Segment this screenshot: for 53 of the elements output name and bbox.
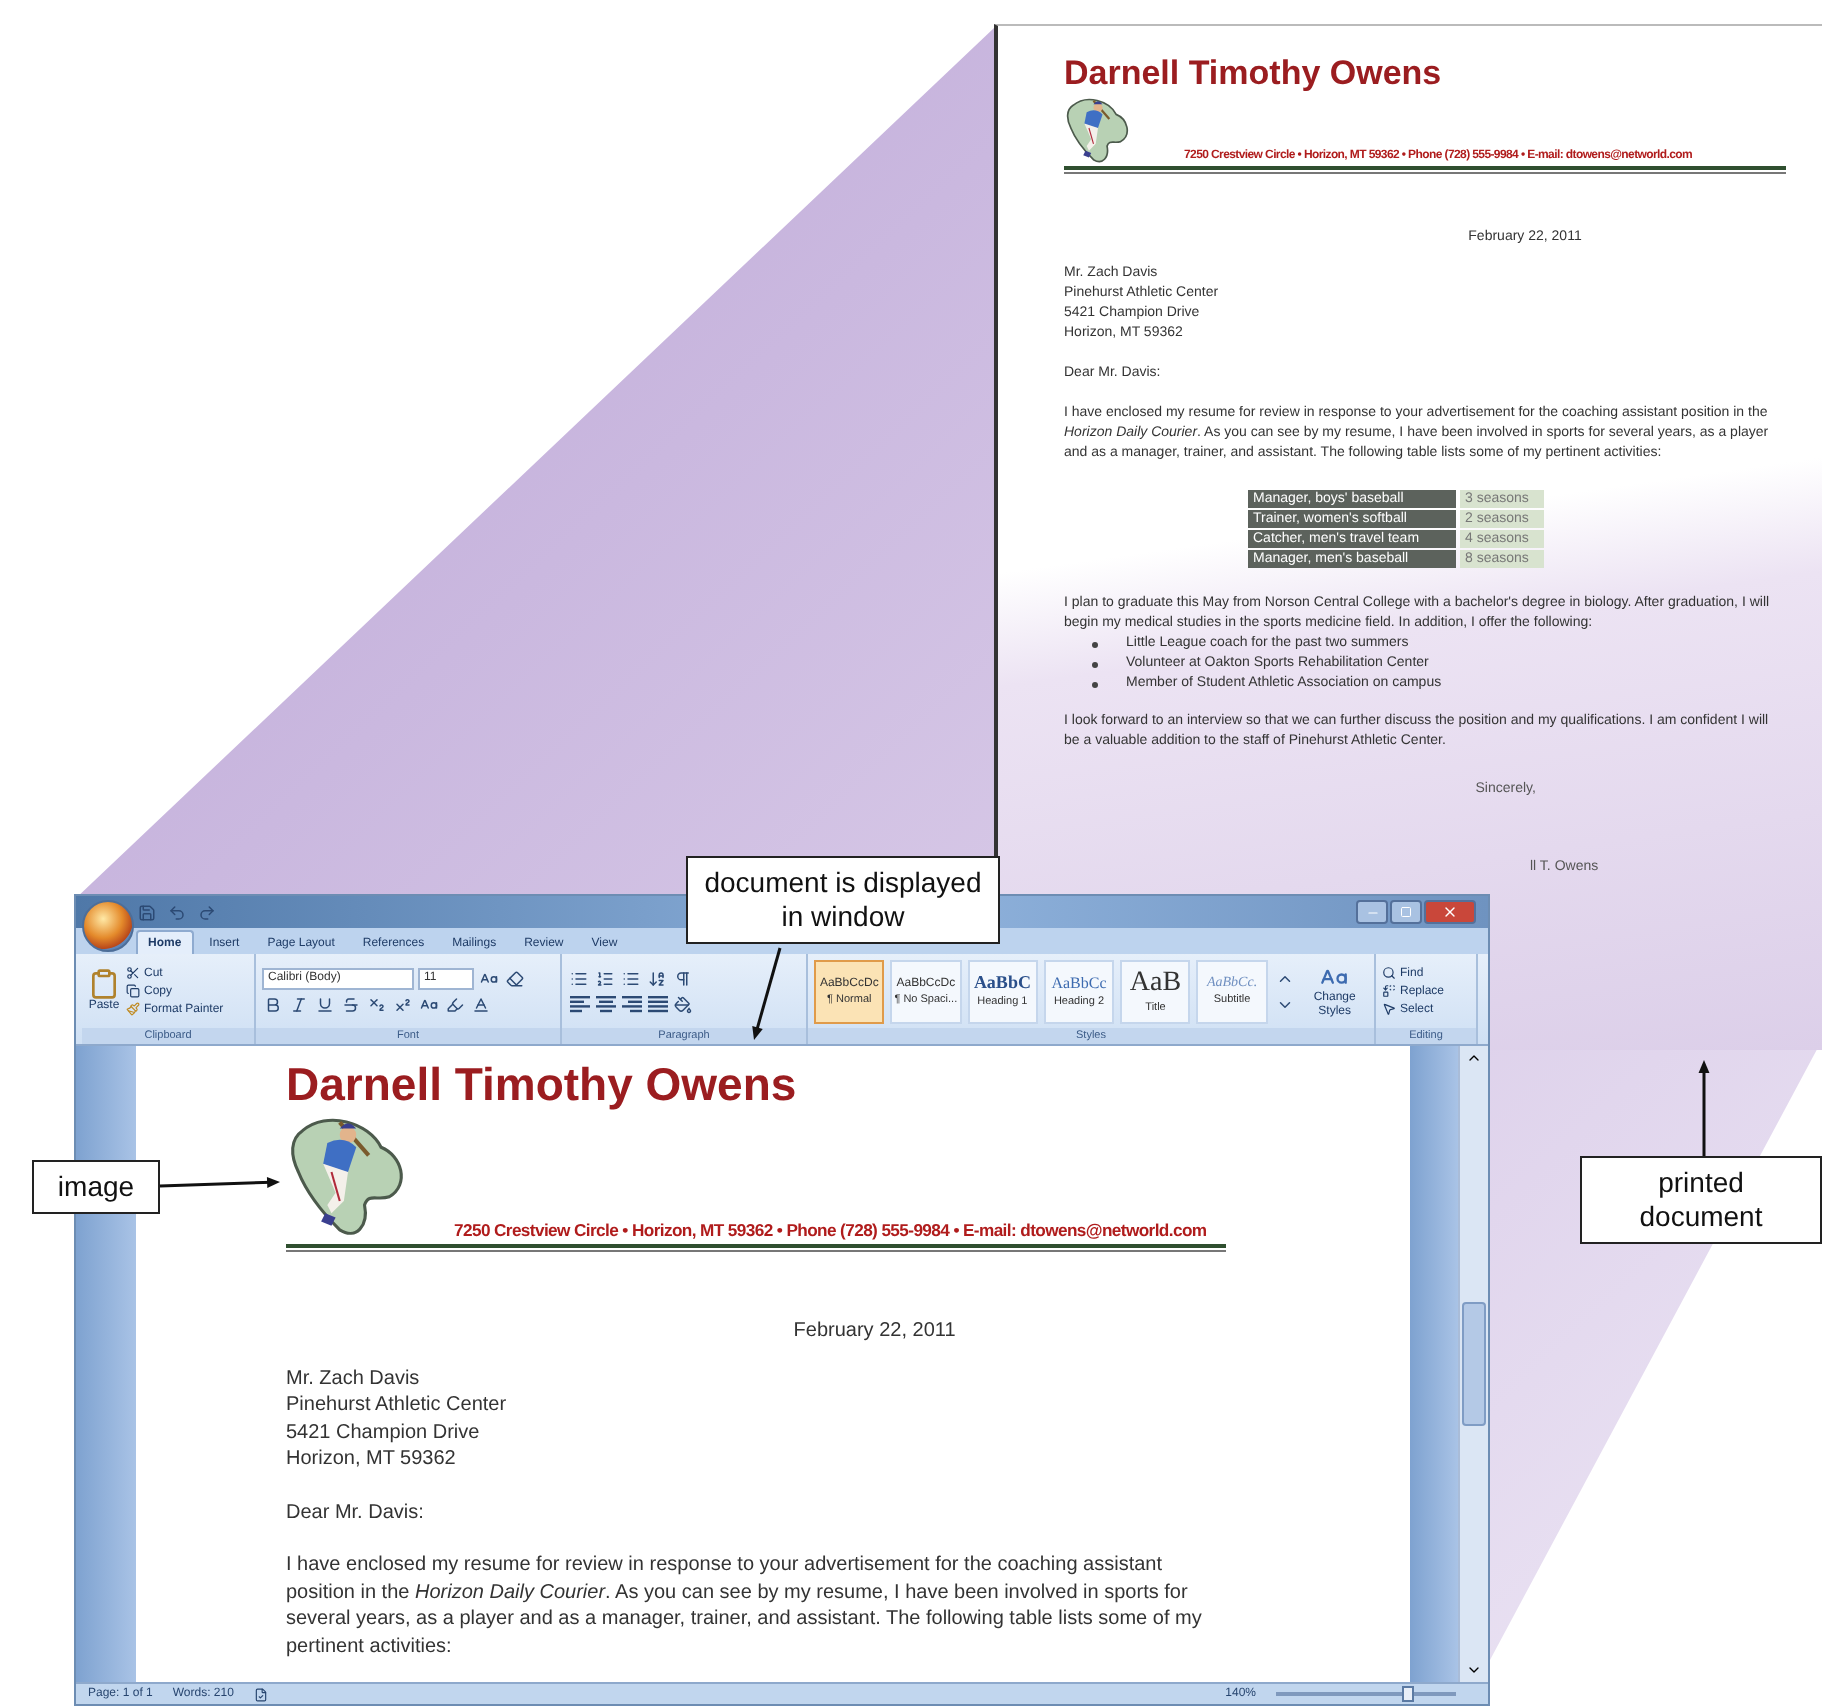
paintbrush-icon [126,1002,140,1016]
scroll-down-icon[interactable] [1466,1662,1482,1678]
recipient-line: Mr. Zach Davis [286,1365,422,1393]
copy-icon [126,984,140,998]
maximize-button[interactable] [1390,900,1422,924]
sort-icon[interactable] [646,967,668,989]
letterhead-name: Darnell Timothy Owens [286,1058,799,1111]
font-color-icon[interactable] [470,993,492,1015]
italic-icon[interactable] [288,993,310,1015]
highlighter-icon[interactable] [444,993,466,1015]
eraser-icon[interactable] [504,967,526,989]
shading-icon[interactable] [672,993,694,1015]
scissors-icon [126,966,140,980]
callout-label: printed document [1580,1156,1822,1244]
maximize-icon [1400,906,1412,918]
scrollbar[interactable] [1458,1046,1488,1682]
proofing-icon[interactable] [253,1687,268,1701]
letter-paragraph: I have enclosed my resume for review in response to your advertisement for the coaching assistant position in the Horizon Daily Courier. As you can see by my resume, I have been involved in sports for several years, as a player and as a manager, trainer, and assistant. The following table lists some of my pertinent activities: [286,1552,1204,1661]
strikethrough-icon[interactable] [340,993,362,1015]
letter-date: February 22, 2011 [791,1319,958,1342]
pointer-arrow [1698,1060,1710,1156]
address-line: 7250 Crestview Circle • Horizon, MT 59362 • Phone (728) 555-9984 • E-mail: dtowens@networld.com [454,1219,1207,1242]
callout-label: image [32,1160,160,1214]
scroll-thumb[interactable] [1462,1302,1486,1426]
close-icon [1442,904,1458,920]
pointer-icon [1382,1002,1396,1016]
recipient-line: Pinehurst Athletic Center [286,1392,509,1420]
minimize-button[interactable] [1356,900,1388,924]
scroll-up-icon[interactable] [1466,1050,1482,1066]
superscript-icon[interactable] [392,993,414,1015]
align-center-icon[interactable] [594,993,616,1015]
callout-label: document is displayed in window [686,856,1000,944]
letterhead-name: Darnell Timothy Owens [1064,54,1444,94]
align-left-icon[interactable] [568,993,590,1015]
recipient-line: Horizon, MT 59362 [286,1446,458,1474]
recipient-line: 5421 Champion Drive [286,1419,482,1447]
numbering-icon[interactable] [594,967,616,989]
pointer-arrow [159,1177,280,1188]
clipboard-icon [88,968,120,1000]
player-clipart-drawing [1064,93,1132,165]
pilcrow-icon[interactable] [672,967,694,989]
bold-icon[interactable] [262,993,284,1015]
pointer-arrow [752,947,782,1040]
align-right-icon[interactable] [620,993,642,1015]
underline-icon[interactable] [314,993,336,1015]
bullet-icon [1092,661,1098,668]
search-icon [1382,966,1396,980]
bullet-icon [1092,641,1098,648]
subscript-icon[interactable] [366,993,388,1015]
align-justify-icon[interactable] [646,993,668,1015]
zoom-thumb[interactable] [1401,1686,1414,1702]
bullet-icon [1092,681,1098,688]
salutation: Dear Mr. Davis: [286,1499,426,1527]
